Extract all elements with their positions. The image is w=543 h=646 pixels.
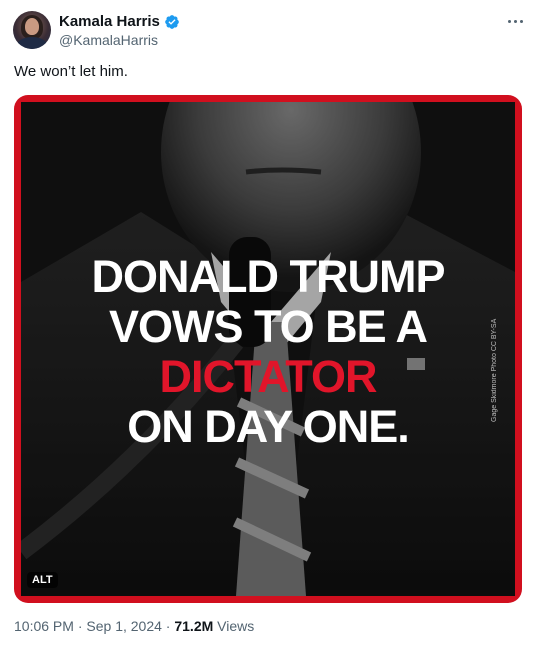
headline-line-1: DONALD TRUMP: [91, 251, 446, 302]
display-name[interactable]: Kamala Harris: [59, 13, 160, 30]
tweet-meta: 10:06 PM · Sep 1, 2024 · 71.2M Views: [14, 618, 254, 634]
views-label: Views: [213, 618, 255, 634]
tweet-text: We won’t let him.: [14, 63, 128, 80]
tweet-header: Kamala Harris @KamalaHarris: [13, 11, 531, 51]
avatar-face: [25, 18, 39, 35]
more-dot: [519, 19, 523, 23]
more-options-icon[interactable]: [503, 11, 527, 31]
meta-separator: ·: [161, 618, 175, 634]
tweet-time: 10:06 PM: [14, 618, 74, 634]
tweet-date: Sep 1, 2024: [86, 618, 162, 634]
tweet-media[interactable]: DONALD TRUMP VOWS TO BE A DICTATOR ON DA…: [14, 95, 522, 603]
views-count[interactable]: 71.2M: [174, 618, 213, 634]
photo-credit: Gage Skidmore Photo CC BY-SA: [491, 318, 498, 422]
avatar[interactable]: [13, 11, 51, 49]
headline-line-3: DICTATOR: [159, 351, 378, 402]
avatar-shoulders: [17, 37, 47, 49]
more-dot: [507, 19, 511, 23]
tweet-time-link[interactable]: 10:06 PM · Sep 1, 2024: [14, 618, 162, 634]
name-row: Kamala Harris: [59, 13, 180, 30]
alt-badge-button[interactable]: ALT: [27, 572, 58, 588]
media-image: DONALD TRUMP VOWS TO BE A DICTATOR ON DA…: [21, 102, 515, 596]
media-headline: DONALD TRUMP VOWS TO BE A DICTATOR ON DA…: [21, 252, 515, 452]
meta-separator: ·: [73, 618, 87, 634]
handle[interactable]: @KamalaHarris: [59, 32, 158, 48]
more-dot: [513, 19, 517, 23]
headline-line-2: VOWS TO BE A: [108, 301, 428, 352]
verified-badge-icon[interactable]: [164, 14, 180, 30]
headline-line-4: ON DAY ONE.: [127, 401, 410, 452]
